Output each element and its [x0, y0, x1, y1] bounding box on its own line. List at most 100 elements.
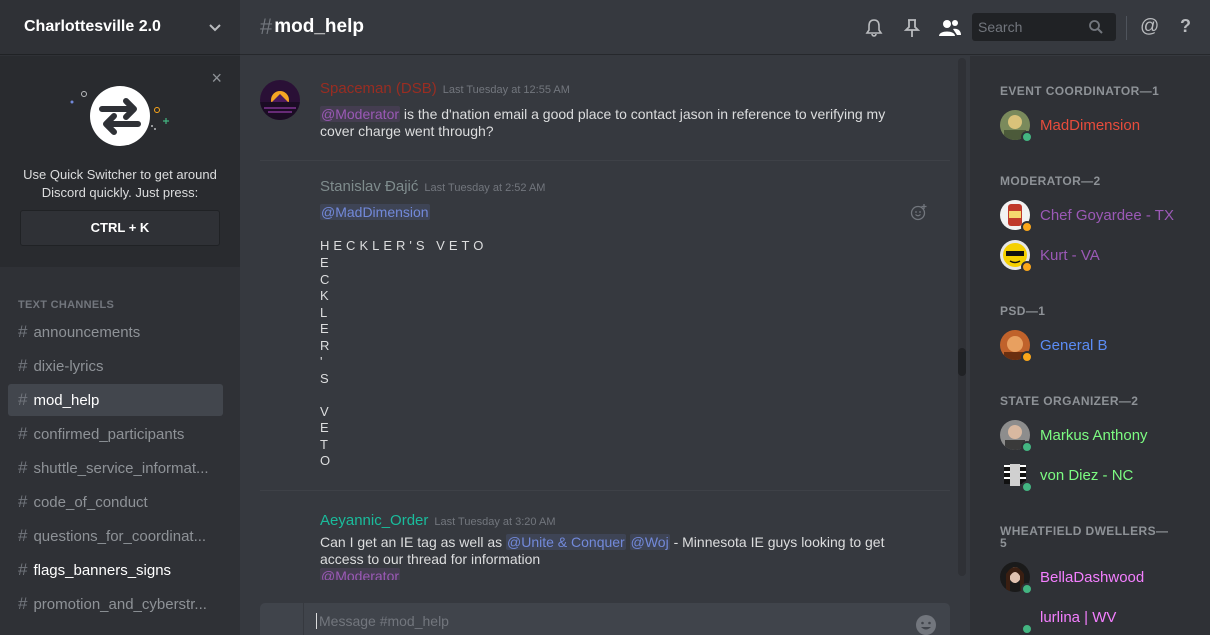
- member-name: von Diez - NC: [1040, 466, 1134, 484]
- bell-icon[interactable]: [864, 18, 884, 38]
- channel-code-of-conduct[interactable]: # code_of_conduct: [8, 486, 223, 518]
- member-item[interactable]: MadDimension: [1000, 109, 1200, 143]
- channel-shuttle-service[interactable]: # shuttle_service_informat...: [8, 452, 223, 484]
- avatar: [1000, 602, 1033, 635]
- member-item[interactable]: Markus Anthony: [1000, 419, 1200, 453]
- hash-icon: #: [18, 356, 28, 375]
- timestamp: Last Tuesday at 12:55 AM: [442, 84, 570, 96]
- message-body: Can I get an IE tag as well as @Unite & …: [320, 534, 900, 580]
- channel-label: code_of_conduct: [33, 493, 148, 511]
- channel-label: questions_for_coordinat...: [33, 527, 207, 545]
- letter: V: [320, 403, 333, 419]
- channel-list: # announcements # dixie-lyrics # mod_help #…: [8, 316, 223, 622]
- server-name: Charlottesville 2.0: [24, 18, 161, 35]
- timestamp: Last Tuesday at 3:20 AM: [434, 516, 556, 528]
- status-online: [1021, 481, 1033, 493]
- header-divider: [1126, 16, 1127, 40]
- message-divider: [260, 490, 950, 491]
- avatar[interactable]: [260, 80, 300, 120]
- channel-promotion[interactable]: # promotion_and_cyberstr...: [8, 588, 223, 620]
- author-name[interactable]: Aeyannic_Order: [320, 512, 428, 529]
- member-name: BellaDashwood: [1040, 568, 1145, 586]
- member-item[interactable]: General B: [1000, 329, 1200, 363]
- channel-flags-banners-signs[interactable]: # flags_banners_signs: [8, 554, 223, 586]
- message-divider: [260, 160, 950, 161]
- member-name: Kurt - VA: [1040, 246, 1100, 264]
- category-text-channels[interactable]: TEXT CHANNELS: [18, 299, 114, 311]
- channel-label: confirmed_participants: [33, 425, 185, 443]
- channel-title: mod_help: [274, 16, 364, 37]
- letter: T: [320, 436, 332, 452]
- hash-icon: #: [18, 560, 28, 579]
- help-icon[interactable]: ?: [1180, 16, 1191, 37]
- channel-label: flags_banners_signs: [33, 561, 172, 579]
- hash-icon: #: [18, 594, 28, 613]
- mention[interactable]: @Unite & Conquer: [506, 534, 626, 550]
- status-online: [1021, 623, 1033, 635]
- letter: L: [320, 304, 332, 320]
- message-input[interactable]: [316, 613, 896, 629]
- search-box[interactable]: [972, 13, 1116, 41]
- search-input[interactable]: [978, 19, 1088, 35]
- chevron-down-icon[interactable]: [208, 20, 222, 34]
- member-name: lurlina | WV: [1040, 608, 1117, 626]
- emoji-icon[interactable]: [915, 614, 937, 635]
- search-icon[interactable]: [1088, 19, 1104, 35]
- channel-questions[interactable]: # questions_for_coordinat...: [8, 520, 223, 552]
- message-header: Spaceman (DSB) Last Tuesday at 12:55 AM: [320, 80, 570, 98]
- shortcut-button[interactable]: CTRL + K: [20, 210, 220, 246]
- switch-arrows-icon: [70, 86, 169, 146]
- channel-confirmed-participants[interactable]: # confirmed_participants: [8, 418, 223, 450]
- pin-icon[interactable]: [902, 18, 922, 38]
- letter: [320, 387, 900, 404]
- channel-mod-help[interactable]: # mod_help: [8, 384, 223, 416]
- scrollbar-track[interactable]: [958, 58, 966, 576]
- member-item[interactable]: BellaDashwood: [1000, 561, 1200, 595]
- member-item[interactable]: lurlina | WV: [1000, 601, 1200, 635]
- avatar: [1000, 330, 1033, 363]
- mention[interactable]: @MadDimension: [320, 204, 430, 220]
- status-online: [1021, 583, 1033, 595]
- mention[interactable]: @Moderator: [320, 568, 401, 580]
- message-heading: HECKLER'S VETO: [320, 238, 488, 253]
- channel-label: announcements: [33, 323, 141, 341]
- avatar: [1000, 240, 1033, 273]
- channel-announcements[interactable]: # announcements: [8, 316, 223, 348]
- member-item[interactable]: Chef Goyardee - TX: [1000, 199, 1200, 233]
- letter: O: [320, 453, 335, 468]
- message: Spaceman (DSB) Last Tuesday at 12:55 AM @…: [260, 80, 950, 150]
- letter: C: [320, 271, 334, 287]
- hash-icon: #: [18, 390, 28, 409]
- scrollbar-thumb[interactable]: [958, 348, 966, 376]
- close-icon[interactable]: ×: [211, 68, 222, 89]
- quick-switcher-text: Use Quick Switcher to get around Discord…: [23, 167, 217, 200]
- hash-icon: #: [18, 492, 28, 511]
- author-name[interactable]: Stanislav Đajić: [320, 178, 418, 195]
- member-item[interactable]: von Diez - NC: [1000, 459, 1200, 493]
- channel-dixie-lyrics[interactable]: # dixie-lyrics: [8, 350, 223, 382]
- letter: K: [320, 288, 333, 303]
- server-header[interactable]: Charlottesville 2.0: [0, 0, 240, 55]
- avatar: [1000, 110, 1033, 143]
- member-name: Markus Anthony: [1040, 426, 1148, 444]
- channel-label: promotion_and_cyberstr...: [33, 595, 207, 613]
- message-header: Stanislav Đajić Last Tuesday at 2:52 AM: [320, 178, 545, 196]
- member-item[interactable]: Kurt - VA: [1000, 239, 1200, 273]
- status-idle: [1021, 221, 1033, 233]
- hash-icon: #: [18, 458, 28, 477]
- role-header: EVENT COORDINATOR—1: [1000, 84, 1160, 98]
- letter: ': [320, 354, 327, 369]
- channel-hash-icon: #: [260, 14, 273, 39]
- members-icon[interactable]: [938, 18, 962, 38]
- mentions-icon[interactable]: @: [1140, 16, 1159, 38]
- message-body: @Moderator is the d'nation email a good …: [320, 106, 900, 140]
- upload-button[interactable]: [260, 603, 304, 635]
- mention[interactable]: @Woj: [629, 534, 670, 550]
- mention[interactable]: @Moderator: [320, 106, 401, 122]
- role-header: WHEATFIELD DWELLERS—5: [1000, 524, 1169, 550]
- message-header: Aeyannic_Order Last Tuesday at 3:20 AM: [320, 512, 555, 530]
- avatar: [1000, 200, 1033, 233]
- add-reaction-icon[interactable]: [910, 203, 928, 221]
- status-online: [1021, 441, 1033, 453]
- author-name[interactable]: Spaceman (DSB): [320, 80, 437, 97]
